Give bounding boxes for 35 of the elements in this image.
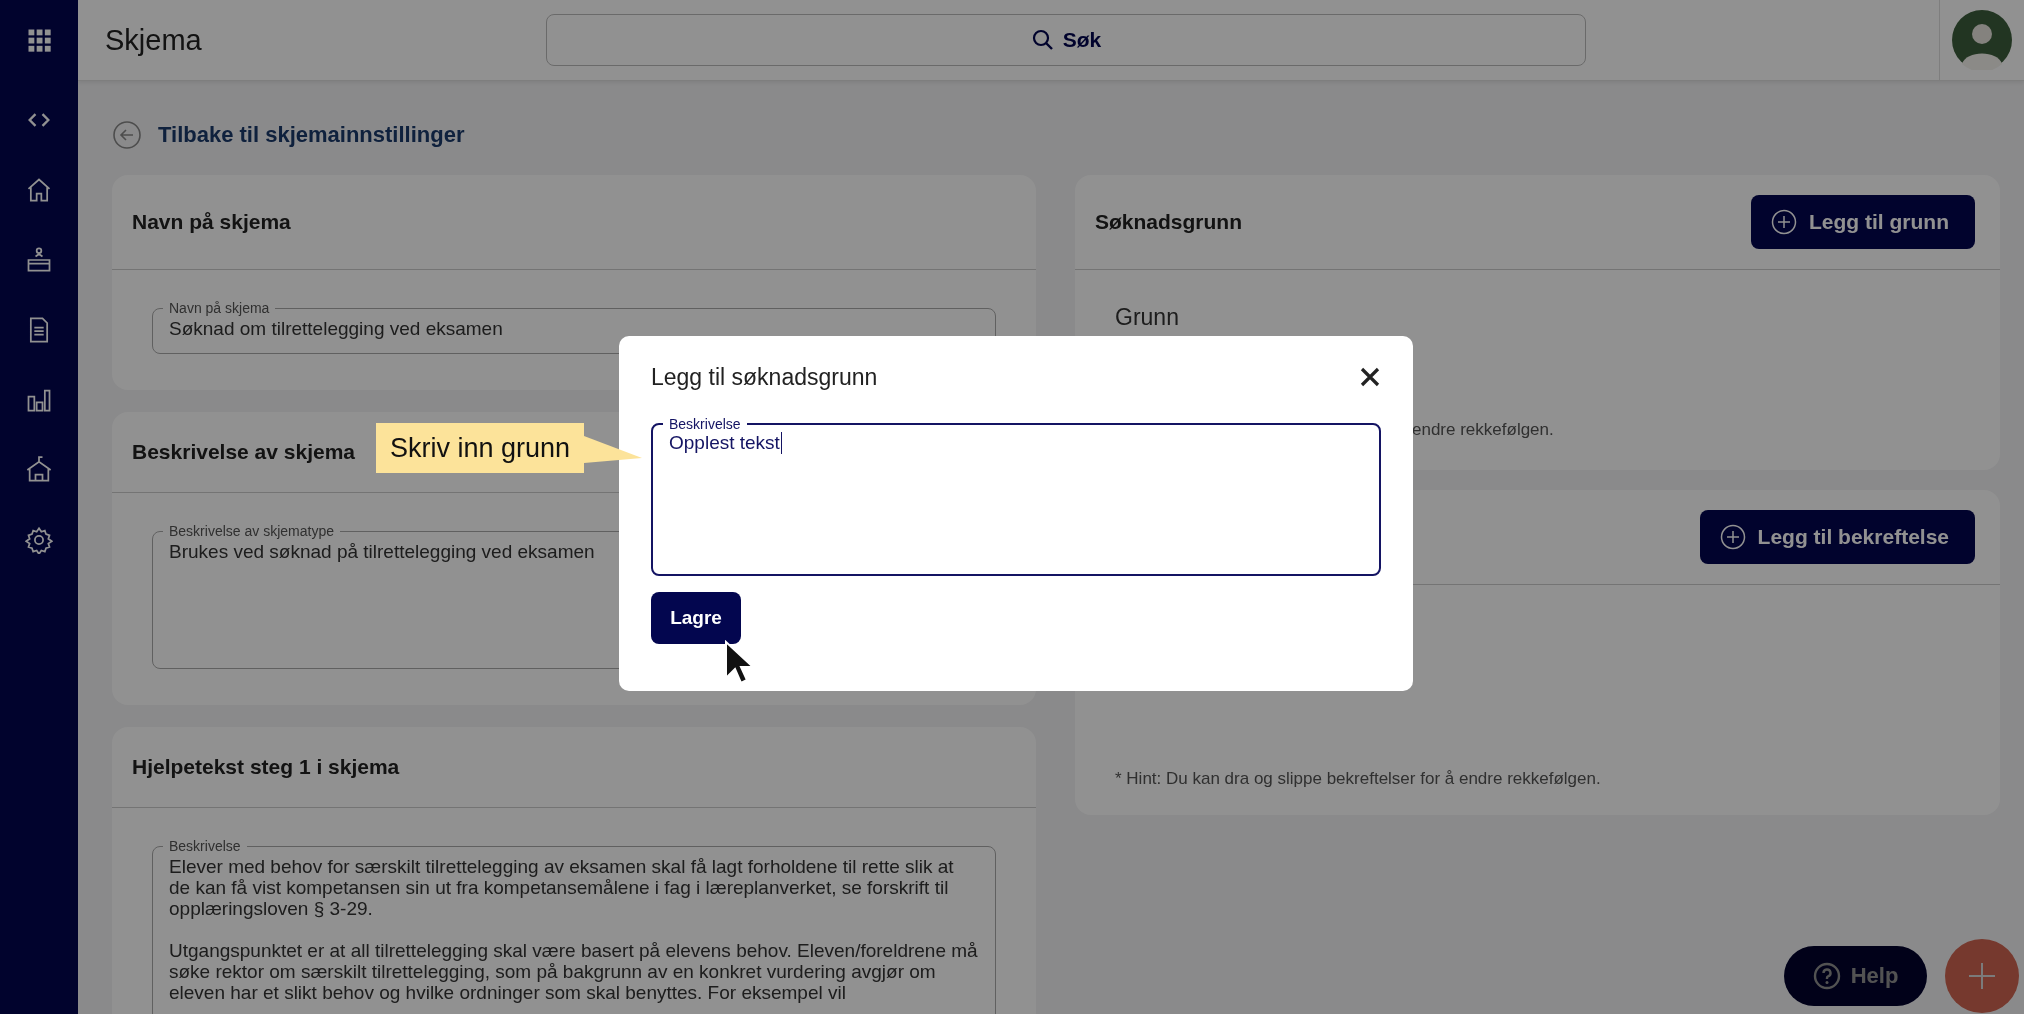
card-title: Beskrivelse av skjema [132,440,355,464]
field-value: Opplest tekst [669,432,782,454]
back-link[interactable]: Tilbake til skjemainnstillinger [158,122,465,148]
save-button[interactable]: Lagre [651,592,741,644]
plus-circle-icon [1771,209,1797,235]
field-label: Beskrivelse av skjematype [168,523,335,539]
add-button[interactable]: Legg til grunn [1751,195,1975,249]
field-label: Beskrivelse [168,838,242,854]
school-building-icon[interactable] [25,456,53,484]
hint-text: endre rekkefølgen. [1412,420,1555,440]
close-icon[interactable] [1359,366,1381,388]
card-title: Søknadsgrunn [1095,210,1242,234]
card-title: Hjelpetekst steg 1 i skjema [132,755,400,779]
question-icon [1812,962,1841,990]
hint-text: * Hint: Du kan dra og slippe bekreftelser for å endre rekkefølgen. [1115,769,1602,789]
field-value: Elever med behov for særskilt tilrettelegging av eksamen skal få lagt forholdene til rette slik at de kan få vist kompetansen sin ut fra kompetansemålene i fag i læreplanverket, se forskrift til opplæringsloven § 3-29. Utgangspunktet er at all tilrettelegging skal være basert på elevens behov. Eleven/foreldrene må søke rektor om særskilt tilrettelegging, som på bakgrunn av en konkret vurdering avgjør om eleven har et slikt behov og hvilke ordninger som skal benyttes. For eksempel vil [169,856,979,1003]
search-field[interactable]: Søk [546,14,1586,66]
field-label: Navn på skjema [168,300,271,316]
plus-circle-icon [1719,524,1746,550]
dialog-title: Legg til søknadsgrunn [651,363,878,391]
plus-icon [1967,961,1997,991]
home-icon[interactable] [25,176,53,204]
search-icon [1030,28,1055,52]
person-desk-icon[interactable] [25,246,53,274]
add-button[interactable]: Legg til bekreftelse [1699,510,1975,564]
search-placeholder: Søk [1062,28,1102,52]
page-title: Skjema [105,23,203,57]
settings-icon[interactable] [25,526,53,554]
avatar-icon[interactable] [1952,10,2012,70]
description-field[interactable]: Beskrivelse Opplest tekst [651,416,1381,576]
field-label: Beskrivelse [668,416,742,432]
list-item: Grunn [1115,304,1180,331]
field-value: Brukes ved søknad på tilrettelegging ved eksamen [169,541,596,562]
card-title: Navn på skjema [132,210,291,234]
field-value: Søknad om tilrettelegging ved eksamen [169,318,504,339]
